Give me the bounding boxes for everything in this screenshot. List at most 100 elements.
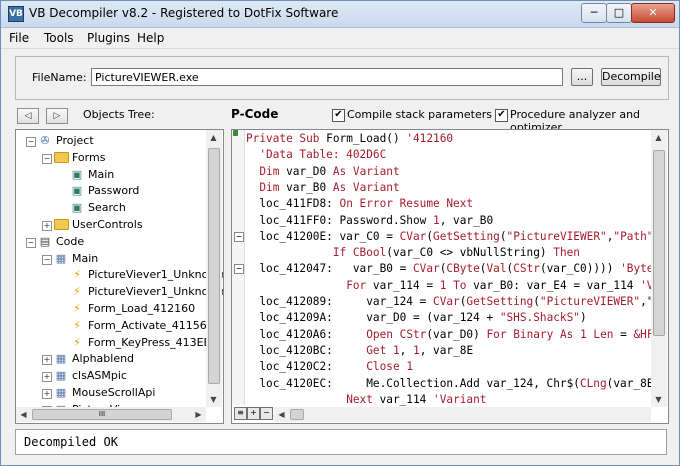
form-icon: ▣	[71, 184, 83, 198]
scroll-up-arrow[interactable]: ▲	[651, 130, 666, 145]
tree-item[interactable]: − Forms	[16, 150, 206, 166]
code-horizontal-scrollbar[interactable]: ◀	[274, 407, 651, 422]
tree-item-label: Alphablend	[72, 352, 135, 366]
tree-item[interactable]: ⚡ PictureViever1_Unknown	[16, 267, 223, 283]
lightning-icon: ⚡	[73, 335, 81, 349]
tree-item[interactable]: + ▦ MouseScrollApi	[16, 385, 206, 401]
form-icon: ▣	[71, 201, 83, 215]
collapse-all-button[interactable]: −	[260, 407, 273, 420]
expand-icon[interactable]: +	[42, 355, 52, 366]
collapse-icon[interactable]: −	[26, 137, 36, 147]
status-text: Decompiled OK	[24, 435, 118, 449]
menu-file[interactable]: File	[9, 31, 29, 45]
compile-stack-checkbox[interactable]: ✔	[332, 109, 345, 122]
file-panel: FileName: PictureVIEWER.exe ... Decompil…	[15, 56, 669, 100]
code-line: loc_411FF0: Password.Show 1, var_B0	[246, 213, 494, 227]
lightning-icon: ⚡	[73, 318, 81, 332]
scroll-up-arrow[interactable]: ▲	[206, 130, 221, 145]
tree-item-label: Forms	[72, 150, 106, 164]
scroll-down-arrow[interactable]: ▼	[206, 392, 221, 407]
tree-item-label: Password	[88, 184, 140, 198]
app-icon: VB	[8, 6, 24, 22]
objects-tree-label: Objects Tree:	[83, 108, 155, 121]
scroll-left-arrow[interactable]: ◀	[16, 407, 31, 422]
objects-tree[interactable]: − ✇ Project − Forms ▣ Main ▣ Password ▣ Search + Use…	[15, 129, 224, 424]
tree-item[interactable]: ⚡ Form_Load_412160	[16, 301, 206, 317]
menu-tools[interactable]: Tools	[44, 31, 74, 45]
tree-item[interactable]: − ▦ Main	[16, 251, 206, 267]
scroll-left-arrow[interactable]: ◀	[274, 407, 289, 422]
code-line: 'Data Table: 402D6C	[259, 148, 387, 162]
decompile-button[interactable]: Decompile	[601, 68, 661, 86]
code-line: loc_412047: var_B0 = CVar(CByte(Val(CStr…	[246, 262, 654, 276]
expand-icon[interactable]: +	[42, 389, 52, 399]
expand-all-button[interactable]: +	[247, 407, 260, 420]
scroll-thumb-horizontal[interactable]: III	[32, 409, 172, 420]
scroll-thumb-horizontal[interactable]	[290, 409, 304, 420]
filename-input[interactable]: PictureVIEWER.exe	[91, 68, 563, 86]
lightning-icon: ⚡	[73, 268, 81, 282]
fold-toggle[interactable]: −	[234, 264, 244, 274]
scroll-right-arrow[interactable]: ▶	[191, 407, 206, 422]
tree-item[interactable]: + ▦ Alphablend	[16, 351, 206, 367]
project-icon: ✇	[40, 134, 50, 147]
code-line: loc_4120A6: Open CStr(var_D0) For Binary…	[246, 327, 661, 341]
module-icon: ▦	[55, 251, 67, 265]
scroll-thumb[interactable]	[653, 150, 665, 336]
collapse-icon[interactable]: −	[42, 254, 52, 265]
window-title: VB Decompiler v8.2 - Registered to DotFi…	[29, 6, 339, 20]
browse-button[interactable]: ...	[571, 68, 593, 86]
filename-label: FileName:	[32, 71, 87, 84]
collapse-icon[interactable]: −	[42, 153, 52, 164]
folder-icon	[54, 151, 69, 163]
code-vertical-scrollbar[interactable]: ▲ ▼	[651, 130, 667, 407]
gutter-marker	[233, 130, 238, 136]
expand-icon[interactable]: +	[42, 221, 52, 231]
tree-item-label: MouseScrollApi	[72, 386, 156, 399]
forward-button[interactable]: ▷	[46, 108, 68, 124]
procedure-analyzer-checkbox[interactable]: ✔	[495, 109, 508, 122]
tree-item[interactable]: + UserControls	[16, 217, 206, 233]
code-editor[interactable]: − − Private Sub Form_Load() '412160 'Dat…	[231, 129, 669, 424]
code-icon: ▤	[39, 234, 51, 248]
module-icon: ▦	[55, 369, 67, 383]
fold-toggle[interactable]: −	[234, 232, 244, 242]
code-mode-label: P-Code	[231, 107, 279, 121]
tree-item[interactable]: ▣ Main	[16, 167, 206, 183]
scroll-down-arrow[interactable]: ▼	[651, 392, 666, 407]
compile-stack-label: Compile stack parameters	[347, 108, 492, 121]
tree-item-label: Form_KeyPress_413EE8	[88, 335, 218, 349]
status-bar: Decompiled OK	[15, 429, 667, 455]
tree-horizontal-scrollbar[interactable]: ◀ III ▶	[16, 407, 206, 422]
code-line: loc_4120BC: Get 1, 1, var_8E	[246, 343, 474, 357]
code-line: Next var_114 'Variant	[346, 392, 487, 406]
tree-item[interactable]: − ✇ Project	[16, 133, 206, 149]
tree-item-label: PictureViever1_Unknown	[88, 268, 224, 282]
tree-item[interactable]: ⚡ PictureViever1_Unknown	[16, 284, 223, 300]
module-icon: ▦	[55, 352, 67, 366]
tree-item[interactable]: ▣ Search	[16, 200, 206, 216]
tree-item[interactable]: ⚡ Form_KeyPress_413EE8	[16, 335, 217, 351]
back-button[interactable]: ◁	[17, 108, 39, 124]
tree-vertical-scrollbar[interactable]: ▲ ▼	[206, 130, 222, 407]
collapse-icon[interactable]: −	[26, 237, 36, 248]
tree-item[interactable]: − ▤ Code	[16, 234, 206, 250]
menu-help[interactable]: Help	[137, 31, 164, 45]
menu-plugins[interactable]: Plugins	[87, 31, 130, 45]
tree-item[interactable]: ⚡ Form_Activate_411568	[16, 318, 214, 334]
minimize-button[interactable]: ─	[581, 3, 607, 23]
title-bar[interactable]: VB VB Decompiler v8.2 - Registered to Do…	[1, 1, 679, 28]
code-line: loc_41209A: var_D0 = (var_124 + "SHS.Sha…	[246, 311, 587, 325]
tree-item-label: Form_Activate_411568	[88, 318, 214, 332]
scroll-thumb[interactable]	[208, 148, 220, 384]
tree-item[interactable]: + ▦ clsASMpic	[16, 368, 206, 384]
tree-item[interactable]: ▣ Password	[16, 183, 206, 199]
code-view-button[interactable]: ≡	[234, 407, 247, 420]
lightning-icon: ⚡	[73, 302, 81, 315]
close-button[interactable]: ✕	[631, 3, 675, 23]
maximize-button[interactable]: □	[606, 3, 632, 23]
expand-icon[interactable]: +	[42, 372, 52, 383]
main-window: VB VB Decompiler v8.2 - Registered to Do…	[0, 0, 680, 466]
form-icon: ▣	[71, 167, 83, 181]
code-line: loc_411FD8: On Error Resume Next	[246, 197, 474, 211]
